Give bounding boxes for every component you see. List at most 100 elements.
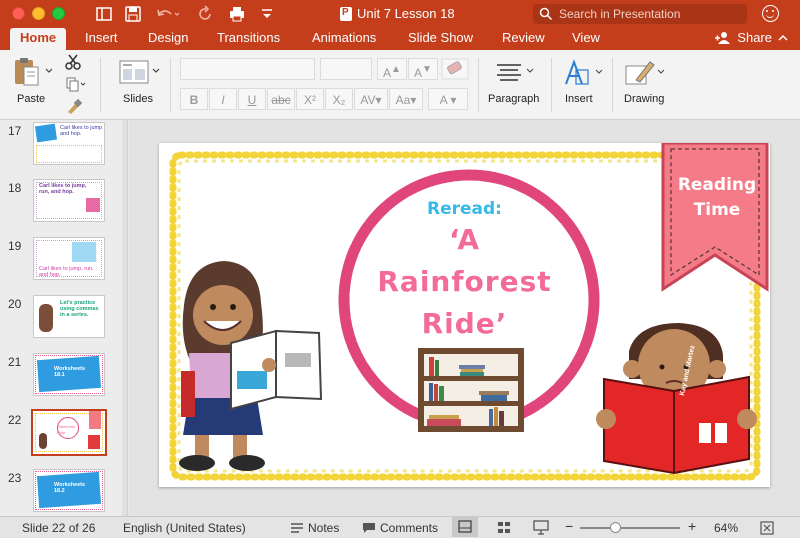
ribbon-separator [100,58,101,112]
tab-insert[interactable]: Insert [75,28,128,50]
search-input[interactable] [559,7,739,21]
slide-thumbnail[interactable]: Carl likes to jump, run, and hop. [33,237,105,280]
thumbnail-number: 22 [8,413,22,427]
underline-button[interactable]: U [238,88,266,110]
ribbon-separator [551,58,552,112]
thumbnail-row[interactable]: 17 Carl likes to jump and hop. [0,122,127,172]
decrease-font-size-button[interactable]: A▼ [408,58,438,80]
thumbnail-text: Rainforest Ride [57,424,76,435]
tab-transitions[interactable]: Transitions [207,28,290,50]
change-case-button[interactable]: Aa▾ [389,88,423,110]
insert-text-icon[interactable] [562,58,604,88]
thumbnail-scrollbar[interactable] [122,120,127,516]
fit-to-window-icon[interactable] [760,521,774,535]
comments-button[interactable]: Comments [380,520,438,536]
slides-label[interactable]: Slides [123,93,153,105]
paste-dropdown-icon[interactable] [45,68,53,74]
thumbnail-text: Carl likes to jump and hop. [60,125,103,137]
thumbnail-border [36,240,102,277]
sidebar-toggle-icon[interactable] [95,5,113,23]
font-size-field[interactable] [320,58,372,80]
paste-label[interactable]: Paste [17,93,45,105]
thumbnail-row[interactable]: 23 Worksheets 18.2 [0,469,127,516]
zoom-slider-thumb[interactable] [609,522,621,533]
comments-icon[interactable] [362,522,376,534]
cut-icon[interactable] [65,54,83,70]
banner-line-2: Time [693,200,741,220]
zoom-in-button[interactable]: + [688,518,696,534]
thumbnail-row[interactable]: 19 Carl likes to jump, run, and hop. [0,237,127,287]
superscript-button[interactable]: X² [296,88,324,110]
add-person-icon [715,32,731,44]
banner-line-1: Reading [677,175,757,195]
thumbnail-text: Let's practice using commas in a series. [60,300,99,318]
drawing-icon[interactable] [624,58,666,88]
new-slide-icon[interactable] [119,60,149,84]
print-icon[interactable] [228,5,246,23]
slide-thumbnail[interactable]: Carl likes to jump and hop. [33,122,105,165]
tab-design[interactable]: Design [138,28,198,50]
reading-time-text: Reading Time [667,173,767,223]
tab-animations[interactable]: Animations [302,28,386,50]
zoom-slider[interactable] [580,522,680,533]
maximize-window-button[interactable] [52,7,65,20]
slide-position-indicator: Slide 22 of 26 [22,521,96,535]
search-icon [539,7,553,21]
thumbnail-row[interactable]: 18 Carl likes to jump, run, and hop. [0,179,127,229]
thumbnail-number: 19 [8,239,22,253]
paragraph-icon[interactable] [495,62,535,82]
ribbon-home: Paste Slides A▲ A▼ B I U abc X² X₂ AV▾ A… [0,50,800,120]
subscript-button[interactable]: X₂ [325,88,353,110]
format-painter-icon[interactable] [65,98,83,116]
notes-icon[interactable] [290,522,304,534]
share-button[interactable]: Share [715,28,788,48]
font-name-field[interactable] [180,58,315,80]
insert-label[interactable]: Insert [565,93,593,105]
chevron-up-icon [778,34,788,41]
strikethrough-button[interactable]: abc [267,88,295,110]
font-color-button[interactable]: A ▾ [428,88,468,110]
thumbnail-row[interactable]: 21 Worksheets 18.1 [0,353,127,403]
tab-home[interactable]: Home [10,28,67,50]
italic-button[interactable]: I [209,88,237,110]
customize-toolbar-icon[interactable] [260,5,274,23]
increase-font-size-button[interactable]: A▲ [377,58,407,80]
zoom-out-button[interactable]: − [565,518,573,534]
clear-formatting-icon[interactable] [441,58,469,80]
slide-sorter-icon[interactable] [497,521,511,534]
ribbon-tabs: Home Insert Design Transitions Animation… [0,28,800,50]
zoom-level[interactable]: 64% [714,520,738,536]
search-box[interactable] [533,4,747,24]
paste-icon[interactable] [12,56,46,88]
slide-thumbnail-selected[interactable]: Rainforest Ride [31,409,107,456]
tab-slide-show[interactable]: Slide Show [398,28,483,50]
thumbnail-row[interactable]: 22 Rainforest Ride [0,409,127,461]
slide-thumbnail[interactable]: Worksheets 18.1 [33,353,105,396]
copy-icon[interactable] [65,76,87,92]
presenter-view-icon[interactable] [533,520,549,535]
normal-view-button[interactable] [452,517,478,537]
tab-review[interactable]: Review [492,28,555,50]
save-icon[interactable] [124,5,142,23]
ribbon-separator [170,58,171,112]
minimize-window-button[interactable] [32,7,45,20]
notes-button[interactable]: Notes [308,520,339,536]
slide-thumbnail[interactable]: Let's practice using commas in a series. [33,295,105,338]
undo-icon[interactable] [155,5,181,23]
slides-dropdown-icon[interactable] [152,68,160,74]
close-window-button[interactable] [12,7,25,20]
feedback-smiley-icon[interactable] [762,5,779,22]
slide-thumbnail-pane: 17 Carl likes to jump and hop. 18 Carl l… [0,120,128,516]
language-indicator[interactable]: English (United States) [123,520,246,536]
paragraph-label[interactable]: Paragraph [488,93,539,105]
tab-view[interactable]: View [562,28,610,50]
bold-button[interactable]: B [180,88,208,110]
slide-thumbnail[interactable]: Carl likes to jump, run, and hop. [33,179,105,222]
character-spacing-button[interactable]: AV▾ [354,88,388,110]
current-slide[interactable]: Reread: ‘A Rainforest Ride’ Reading Time… [159,143,770,487]
slide-thumbnail[interactable]: Worksheets 18.2 [33,469,105,512]
thumbnail-row[interactable]: 20 Let's practice using commas in a seri… [0,295,127,345]
thumbnail-number: 23 [8,471,22,485]
redo-icon[interactable] [197,5,215,23]
drawing-label[interactable]: Drawing [624,93,664,105]
